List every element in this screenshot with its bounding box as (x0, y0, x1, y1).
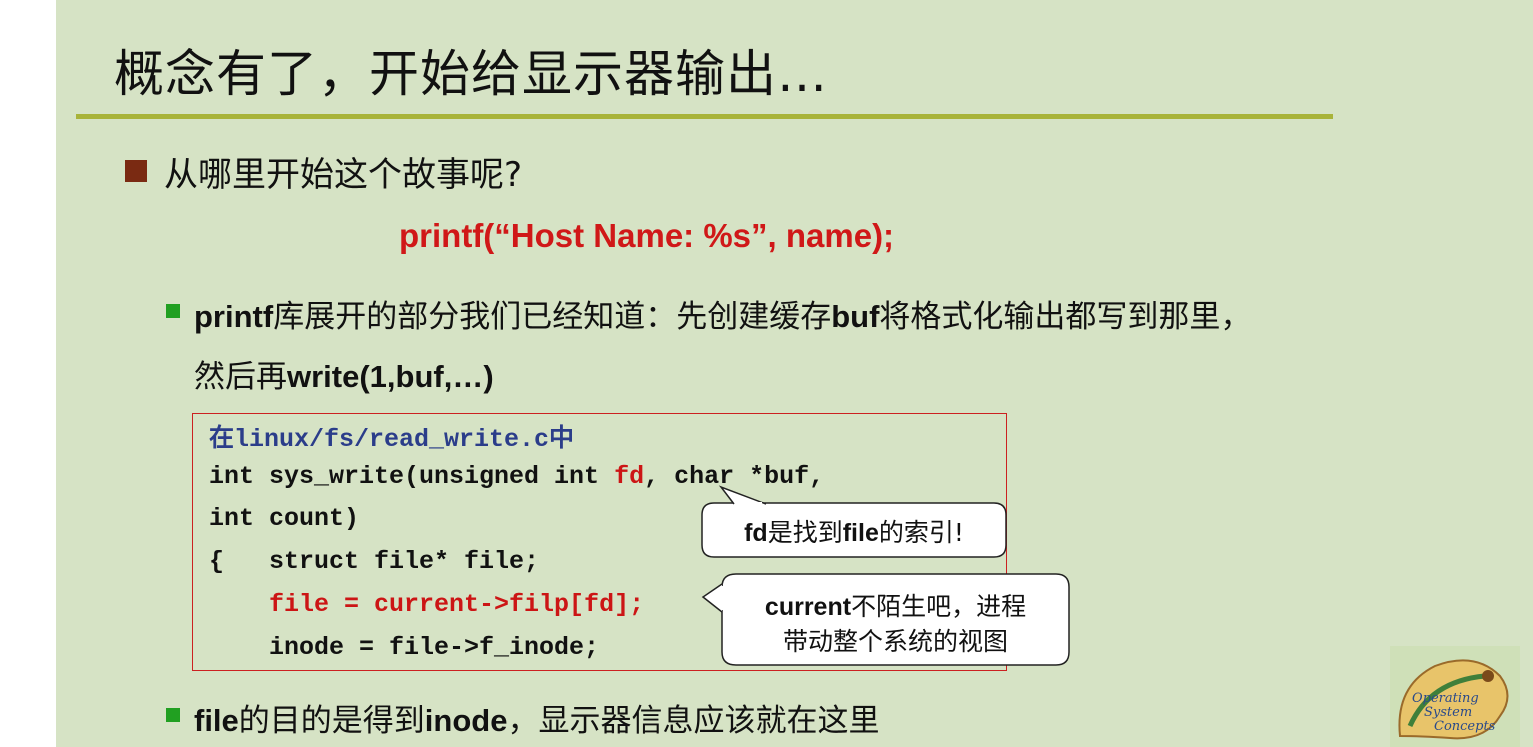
term-file: file (842, 519, 879, 547)
term-current: current (764, 593, 852, 621)
callout-current-text-2: 带动整个系统的视图 (782, 627, 1008, 656)
term-inode: inode (424, 703, 508, 738)
sub-bullet-file: file的目的是得到inode，显示器信息应该就在这里 (194, 695, 879, 740)
text: 的目的是得到 (238, 703, 425, 739)
term-fd: fd (744, 519, 768, 547)
text: 是找到 (767, 518, 843, 547)
callout-fd-pointer (718, 485, 767, 505)
logo-text: Concepts (1434, 719, 1496, 734)
slide: 概念有了，开始给显示器输出… 从哪里开始这个故事呢? printf(“Host … (56, 0, 1533, 747)
callout-current-pointer (701, 583, 723, 613)
text: 的索引! (878, 518, 964, 547)
logo-text: Operating (1412, 691, 1479, 706)
callout-fd-text: fd是找到file的索引! (702, 513, 1006, 549)
term-file: file (194, 703, 239, 738)
green-bullet-icon (166, 708, 180, 722)
logo-text: System (1424, 705, 1472, 720)
callout-current-text: current不陌生吧，进程 (722, 587, 1069, 623)
os-concepts-logo: Operating System Concepts (1390, 646, 1520, 747)
text: 不陌生吧，进程 (851, 592, 1027, 621)
text: ，显示器信息应该就在这里 (507, 703, 880, 739)
